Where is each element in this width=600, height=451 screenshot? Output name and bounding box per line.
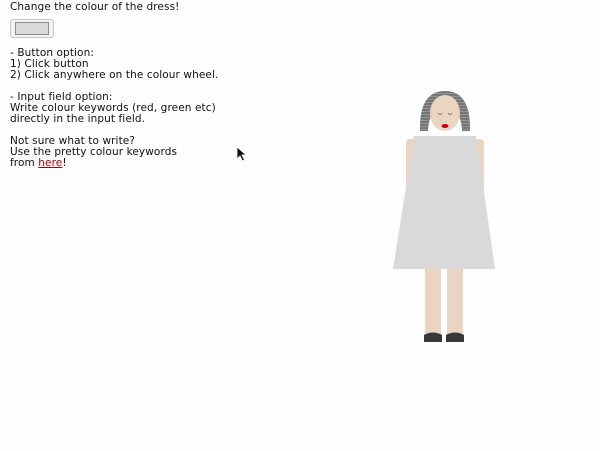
help-line-3: from here! <box>10 158 310 169</box>
help-line-3-prefix: from <box>10 157 39 169</box>
instructions-panel: Change the colour of the dress! - Button… <box>10 2 310 169</box>
button-option-step-2: 2) Click anywhere on the colour wheel. <box>10 69 219 81</box>
dress-colour-picker-button[interactable] <box>10 19 54 38</box>
help-line-3-suffix: ! <box>62 157 67 169</box>
right-leg <box>447 269 463 339</box>
left-shoe <box>424 332 442 342</box>
colour-keywords-link[interactable]: here <box>38 157 62 169</box>
left-leg <box>425 269 441 339</box>
page-title: Change the colour of the dress! <box>10 1 180 13</box>
dress-colour-swatch <box>15 22 49 35</box>
input-option-line-2: directly in the input field. <box>10 113 146 125</box>
pointer-cursor-icon <box>236 146 248 162</box>
lips <box>441 124 449 128</box>
right-shoe <box>446 332 464 342</box>
dress-figure-illustration <box>393 91 495 342</box>
